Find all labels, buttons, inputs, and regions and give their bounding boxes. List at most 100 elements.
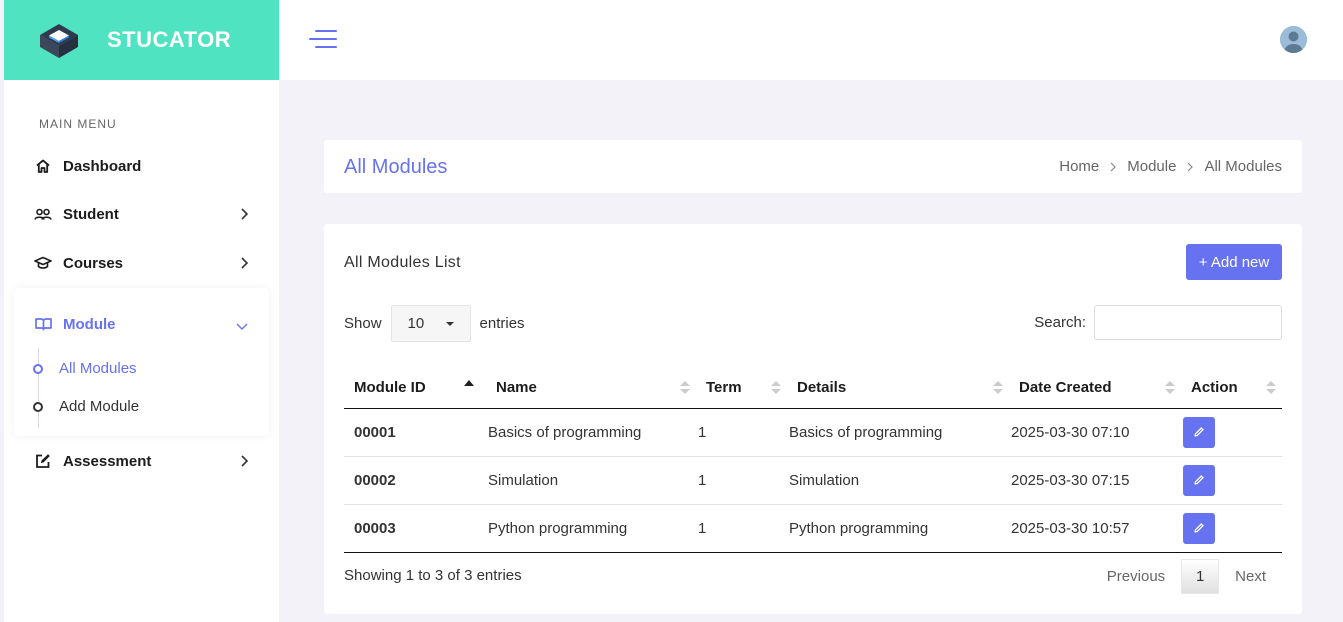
column-header-action[interactable]: Action (1181, 367, 1282, 409)
cell-action (1181, 456, 1282, 505)
top-bar (279, 0, 1343, 80)
column-header-term[interactable]: Term (696, 367, 787, 409)
column-header-name[interactable]: Name (486, 367, 696, 409)
sidebar-subitem-label: Add Module (59, 398, 140, 415)
pencil-icon (1194, 523, 1204, 533)
chevron-right-icon (241, 208, 249, 220)
search-filter: Search: (1034, 305, 1282, 340)
modules-card: All Modules List + Add new Show 10 entri… (324, 224, 1302, 614)
pagination-page[interactable]: 1 (1181, 559, 1220, 594)
user-avatar[interactable] (1280, 26, 1307, 53)
search-input[interactable] (1094, 305, 1282, 340)
column-label: Action (1191, 378, 1238, 396)
sidebar-item-module[interactable]: Module (34, 312, 252, 336)
cell-date-created: 2025-03-30 07:10 (1009, 408, 1181, 457)
column-header-date-created[interactable]: Date Created (1009, 367, 1181, 409)
chevron-right-icon (1188, 162, 1194, 171)
page-length-select[interactable]: 10 (390, 305, 471, 342)
sidebar-item-label: Dashboard (63, 157, 142, 175)
bullet-icon (33, 401, 43, 412)
sidebar-subitem-all-modules[interactable]: All Modules (33, 360, 137, 377)
menu-toggle-icon[interactable] (309, 28, 337, 50)
cell-name: Python programming (486, 504, 696, 553)
column-label: Term (706, 378, 742, 396)
sort-icon (680, 381, 690, 395)
cell-term: 1 (696, 504, 787, 553)
cell-module-id: 00001 (344, 408, 486, 457)
add-new-button[interactable]: + Add new (1186, 244, 1282, 280)
search-label: Search: (1034, 314, 1086, 331)
home-icon (34, 157, 52, 175)
pagination: Previous 1 Next (1091, 559, 1282, 594)
book-icon (34, 315, 52, 333)
menu-title: MAIN MENU (39, 117, 117, 131)
column-label: Details (797, 378, 847, 396)
table-row: 00001 Basics of programming 1 Basics of … (344, 408, 1282, 457)
sidebar-subitem-label: All Modules (59, 360, 137, 377)
chevron-right-icon (1110, 162, 1117, 171)
edit-button[interactable] (1183, 416, 1215, 448)
sidebar-subitem-add-module[interactable]: Add Module (33, 398, 139, 415)
sidebar-item-label: Assessment (63, 452, 152, 470)
edit-button[interactable] (1183, 512, 1215, 544)
cell-details: Python programming (787, 504, 1009, 553)
sidebar-item-label: Module (63, 315, 116, 333)
pagination-previous[interactable]: Previous (1091, 559, 1181, 594)
cell-date-created: 2025-03-30 07:15 (1009, 456, 1181, 505)
logo-icon (40, 24, 78, 58)
card-title: All Modules List (344, 254, 461, 271)
sort-icon (1165, 381, 1175, 395)
cell-action (1181, 504, 1282, 553)
cell-term: 1 (696, 456, 787, 505)
column-label: Module ID (354, 378, 426, 396)
user-icon (1280, 26, 1307, 53)
column-header-module-id[interactable]: Module ID (344, 367, 486, 409)
edit-icon (34, 452, 52, 470)
cell-details: Simulation (787, 456, 1009, 505)
brand-header: STUCATOR (4, 0, 279, 80)
sort-icon (1266, 381, 1276, 395)
sidebar-item-assessment[interactable]: Assessment (34, 449, 252, 473)
cell-module-id: 00003 (344, 504, 486, 553)
table-info: Showing 1 to 3 of 3 entries (344, 567, 522, 584)
column-label: Name (496, 378, 537, 396)
sidebar-item-label: Courses (63, 254, 124, 272)
sidebar: MAIN MENU Dashboard Student Courses Modu… (4, 80, 279, 622)
page-title: All Modules (344, 156, 448, 178)
chevron-right-icon (241, 257, 249, 269)
sort-icon (771, 381, 781, 395)
sidebar-item-dashboard[interactable]: Dashboard (34, 154, 252, 178)
pagination-next[interactable]: Next (1219, 559, 1282, 594)
bullet-icon (33, 363, 43, 374)
page-header: All Modules Home Module All Modules (324, 140, 1302, 193)
sidebar-item-courses[interactable]: Courses (34, 251, 252, 275)
brand-name: STUCATOR (107, 27, 232, 52)
breadcrumb-current: All Modules (1204, 158, 1282, 175)
cell-module-id: 00002 (344, 456, 486, 505)
caret-down-icon (445, 322, 454, 326)
column-header-details[interactable]: Details (787, 367, 1009, 409)
chevron-down-icon (236, 323, 248, 330)
page-length-control: Show 10 entries (344, 305, 525, 342)
graduation-cap-icon (34, 254, 52, 272)
table-row: 00002 Simulation 1 Simulation 2025-03-30… (344, 456, 1282, 505)
breadcrumb-home[interactable]: Home (1059, 158, 1099, 175)
breadcrumb-module[interactable]: Module (1127, 158, 1176, 175)
pencil-icon (1194, 475, 1204, 485)
page-length-value: 10 (407, 315, 425, 332)
sidebar-item-label: Student (63, 205, 119, 223)
modules-table: Module ID Name Term Details Date Created… (344, 367, 1282, 553)
sort-icon (993, 381, 1003, 395)
sort-asc-icon (464, 380, 474, 386)
cell-action (1181, 408, 1282, 457)
chevron-right-icon (241, 455, 249, 467)
edit-button[interactable] (1183, 464, 1215, 496)
cell-name: Simulation (486, 456, 696, 505)
sidebar-item-student[interactable]: Student (34, 202, 252, 226)
pencil-icon (1194, 427, 1204, 437)
breadcrumb: Home Module All Modules (1059, 158, 1282, 175)
cell-term: 1 (696, 408, 787, 457)
module-submenu-panel: Module All Modules Add Module (14, 288, 269, 436)
column-label: Date Created (1019, 378, 1112, 396)
cell-date-created: 2025-03-30 10:57 (1009, 504, 1181, 553)
